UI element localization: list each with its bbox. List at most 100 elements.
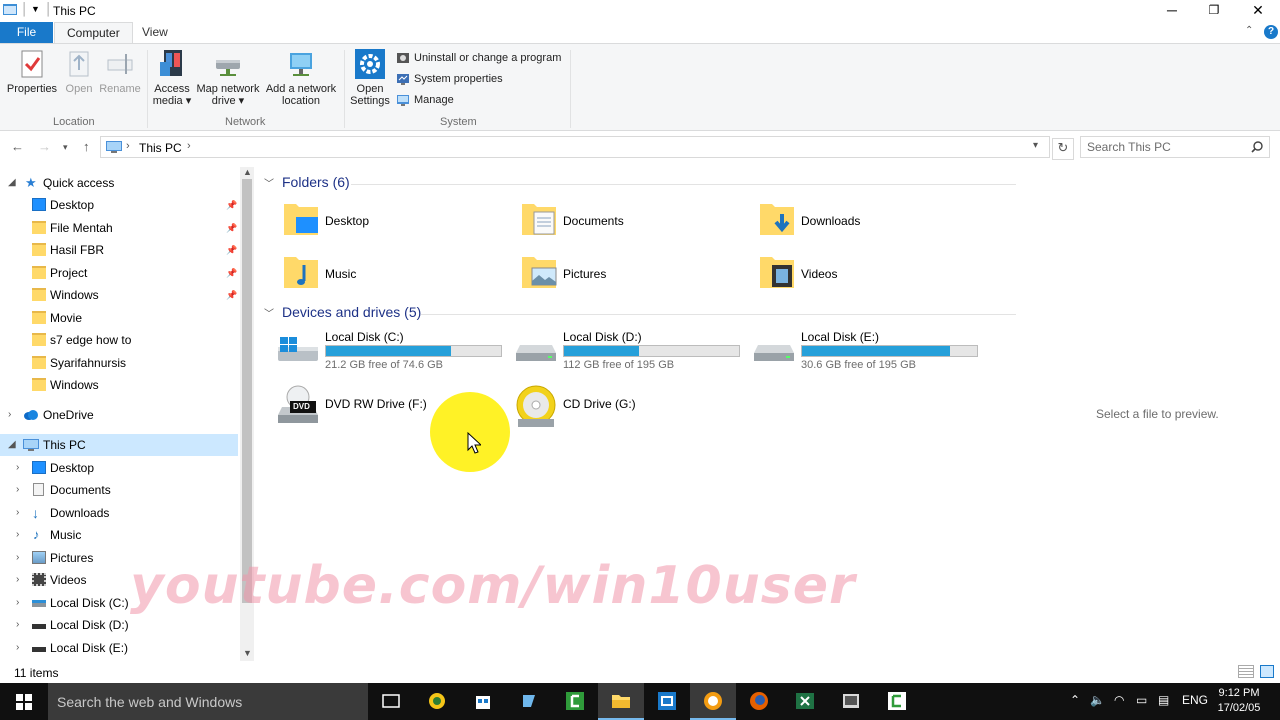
expand-chevron-icon[interactable]: › [16, 479, 19, 501]
details-view-icon[interactable] [1238, 665, 1254, 678]
taskbar-app-file-explorer[interactable] [598, 683, 644, 720]
drive-tile-cd[interactable]: CD Drive (G:) [514, 385, 744, 429]
expand-chevron-icon[interactable]: › [16, 457, 19, 479]
taskbar-app[interactable] [414, 683, 460, 720]
nav-scrollbar-thumb[interactable] [242, 179, 252, 603]
nav-quick-item[interactable]: File Mentah 📌 [0, 217, 238, 239]
collapse-chevron-icon[interactable]: ◢ [8, 434, 16, 456]
taskbar-app[interactable] [828, 683, 874, 720]
action-center-icon[interactable]: ▤ [1158, 693, 1169, 707]
start-button[interactable] [0, 683, 48, 720]
nav-quick-item[interactable]: Project 📌 [0, 262, 238, 284]
tab-file[interactable]: File [0, 22, 53, 44]
nav-quick-access[interactable]: ◢ ★ Quick access [0, 172, 238, 194]
large-icons-view-icon[interactable] [1260, 665, 1274, 678]
nav-quick-item[interactable]: Syarifahnursis [0, 352, 238, 374]
expand-chevron-icon[interactable]: › [16, 637, 19, 659]
breadcrumb-this-pc[interactable]: This PC [139, 141, 182, 155]
minimize-button[interactable]: ─ [1150, 0, 1194, 22]
taskbar-search[interactable] [48, 683, 368, 720]
folder-tile-desktop[interactable]: Desktop [278, 200, 508, 244]
add-network-location-button[interactable]: Add a network location [264, 48, 338, 107]
nav-quick-item[interactable]: Windows [0, 374, 238, 396]
pin-icon[interactable]: 📌 [226, 217, 237, 239]
breadcrumb-separator-icon[interactable]: › [126, 140, 130, 152]
up-icon[interactable]: ↑ [83, 139, 90, 154]
nav-quick-item[interactable]: s7 edge how to [0, 329, 238, 351]
restore-button[interactable]: ❐ [1192, 0, 1236, 22]
expand-chevron-icon[interactable]: › [16, 524, 19, 546]
access-media-button[interactable]: Access media ▾ [152, 48, 192, 107]
address-dropdown-icon[interactable]: ▾ [1033, 140, 1038, 151]
nav-quick-item[interactable]: Desktop 📌 [0, 194, 238, 216]
folder-tile-pictures[interactable]: Pictures [516, 253, 746, 297]
search-box[interactable] [1080, 136, 1270, 158]
folder-tile-documents[interactable]: Documents [516, 200, 746, 244]
taskbar-search-input[interactable] [57, 692, 357, 712]
folder-tile-music[interactable]: Music [278, 253, 508, 297]
taskbar-app[interactable] [506, 683, 552, 720]
wifi-icon[interactable]: ◠ [1114, 693, 1124, 707]
help-icon[interactable]: ? [1264, 25, 1278, 39]
folders-group-header[interactable]: ﹀ Folders (6) [256, 174, 350, 194]
expand-chevron-icon[interactable]: › [16, 592, 19, 614]
folder-tile-downloads[interactable]: Downloads [754, 200, 984, 244]
show-hidden-icons-icon[interactable]: ⌃ [1070, 693, 1080, 707]
group-collapse-chevron-icon[interactable]: ﹀ [264, 309, 274, 320]
nav-pc-item[interactable]: › ↓ Downloads [0, 502, 238, 524]
open-button[interactable]: Open [62, 48, 96, 95]
nav-quick-item[interactable]: Hasil FBR 📌 [0, 239, 238, 261]
taskbar-app[interactable] [874, 683, 920, 720]
drive-tile-d[interactable]: Local Disk (D:) 112 GB free of 195 GB [514, 329, 744, 375]
task-view-button[interactable] [368, 683, 414, 720]
recent-locations-icon[interactable]: ▾ [63, 142, 68, 153]
expand-chevron-icon[interactable]: › [16, 547, 19, 569]
scroll-down-icon[interactable]: ▼ [243, 648, 252, 658]
search-icon[interactable] [1251, 141, 1263, 153]
pin-icon[interactable]: 📌 [226, 239, 237, 261]
explorer-icon[interactable] [3, 4, 17, 16]
nav-pc-item[interactable]: › ♪ Music [0, 524, 238, 546]
tab-view[interactable]: View [130, 22, 180, 44]
breadcrumb-separator-icon[interactable]: › [187, 140, 191, 152]
nav-onedrive[interactable]: › OneDrive [0, 404, 238, 426]
taskbar-app[interactable] [552, 683, 598, 720]
pin-icon[interactable]: 📌 [226, 262, 237, 284]
close-button[interactable]: ✕ [1236, 0, 1280, 22]
search-input[interactable] [1087, 138, 1247, 156]
pin-icon[interactable]: 📌 [226, 284, 237, 306]
drive-tile-e[interactable]: Local Disk (E:) 30.6 GB free of 195 GB [752, 329, 982, 375]
taskbar-app[interactable] [644, 683, 690, 720]
refresh-icon[interactable]: ↻ [1052, 138, 1074, 160]
collapse-chevron-icon[interactable]: ◢ [8, 172, 16, 194]
clock[interactable]: 9:12 PM 17/02/05 [1214, 686, 1264, 716]
qat-dropdown-icon[interactable]: ▼ [31, 4, 40, 14]
network-icon[interactable]: ▭ [1136, 693, 1147, 707]
properties-button[interactable]: Properties [6, 48, 58, 95]
pin-icon[interactable]: 📌 [226, 194, 237, 216]
expand-chevron-icon[interactable]: › [8, 404, 11, 426]
taskbar-app[interactable] [460, 683, 506, 720]
group-collapse-chevron-icon[interactable]: ﹀ [264, 179, 274, 190]
taskbar-app[interactable] [736, 683, 782, 720]
folder-tile-videos[interactable]: Videos [754, 253, 984, 297]
volume-icon[interactable]: 🔈 [1090, 693, 1105, 707]
tab-computer[interactable]: Computer [54, 22, 133, 44]
nav-quick-item[interactable]: Windows 📌 [0, 284, 238, 306]
back-icon[interactable]: ← [11, 139, 24, 154]
expand-chevron-icon[interactable]: › [16, 614, 19, 636]
map-network-drive-button[interactable]: Map network drive ▾ [195, 48, 261, 107]
uninstall-program-button[interactable]: Uninstall or change a program [396, 50, 561, 68]
open-settings-button[interactable]: Open Settings [349, 48, 391, 107]
taskbar-app[interactable] [782, 683, 828, 720]
nav-pc-item[interactable]: › Local Disk (D:) [0, 614, 238, 636]
nav-quick-item[interactable]: Movie [0, 307, 238, 329]
manage-button[interactable]: Manage [396, 92, 454, 110]
drive-tile-c[interactable]: Local Disk (C:) 21.2 GB free of 74.6 GB [276, 329, 506, 375]
drives-group-header[interactable]: ﹀ Devices and drives (5) [256, 304, 421, 324]
forward-icon[interactable]: → [38, 139, 51, 154]
nav-pc-item[interactable]: › Documents [0, 479, 238, 501]
input-language[interactable]: ENG [1182, 693, 1208, 707]
expand-chevron-icon[interactable]: › [16, 502, 19, 524]
rename-button[interactable]: Rename [98, 48, 142, 95]
